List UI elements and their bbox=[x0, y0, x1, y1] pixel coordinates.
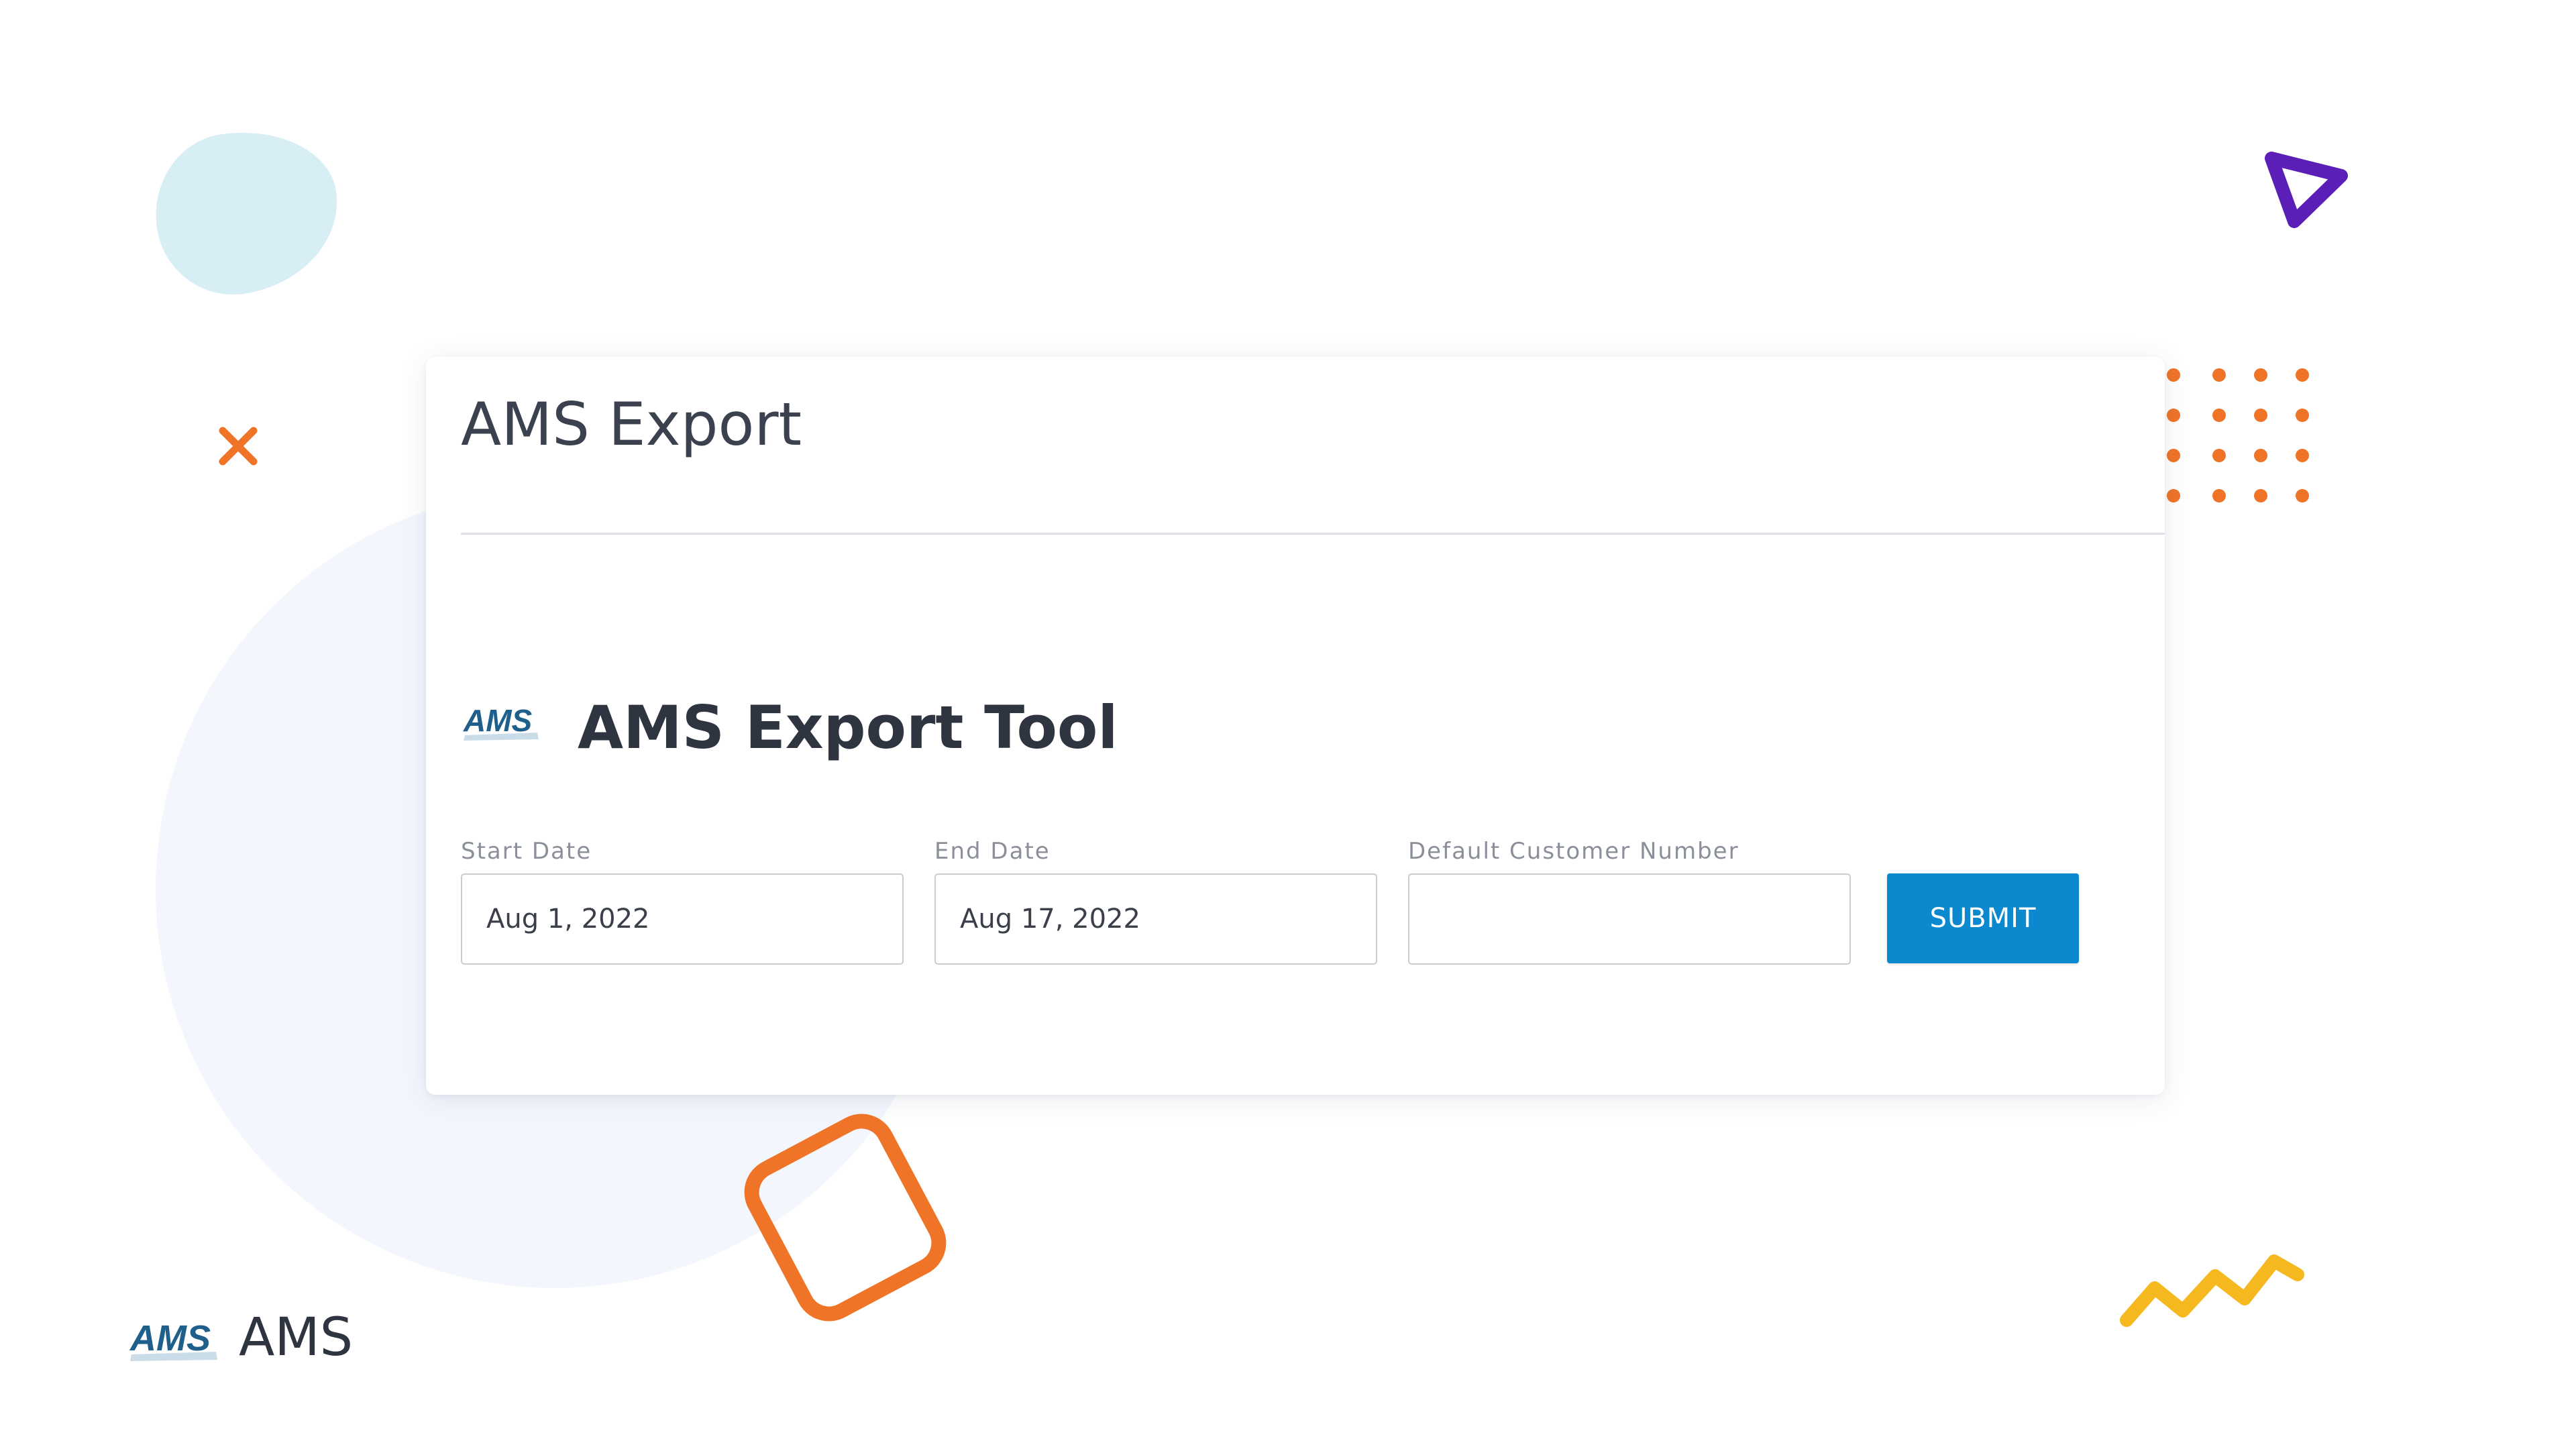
footer-ams-logo-icon: AMS bbox=[129, 1318, 217, 1361]
customer-number-input[interactable] bbox=[1408, 873, 1851, 965]
start-date-input[interactable] bbox=[461, 873, 904, 965]
customer-number-label: Default Customer Number bbox=[1408, 838, 1739, 865]
dot-grid-icon bbox=[2167, 368, 2309, 502]
rounded-square-icon bbox=[744, 1114, 947, 1322]
ams-logo-icon: AMS bbox=[463, 703, 539, 741]
ams-logo-text: AMS bbox=[463, 703, 533, 738]
end-date-label: End Date bbox=[934, 838, 1051, 865]
start-date-field: Start Date bbox=[461, 836, 904, 965]
play-triangle-icon bbox=[2265, 152, 2348, 228]
customer-number-field: Default Customer Number bbox=[1408, 836, 1851, 965]
card-divider bbox=[461, 533, 2165, 535]
submit-button[interactable]: SUBMIT bbox=[1887, 873, 2079, 963]
footer-brand-name: AMS bbox=[239, 1307, 354, 1368]
zigzag-icon bbox=[2120, 1254, 2304, 1327]
card-title: AMS Export bbox=[461, 390, 802, 459]
export-card: AMS Export AMS AMS Export Tool Start Dat… bbox=[426, 357, 2165, 1095]
x-mark-icon bbox=[219, 427, 258, 466]
decor-blob bbox=[145, 119, 349, 305]
footer-logo-text: AMS bbox=[129, 1318, 211, 1358]
start-date-label: Start Date bbox=[461, 838, 592, 865]
tool-heading: AMS Export Tool bbox=[578, 693, 1118, 762]
end-date-field: End Date bbox=[934, 836, 1377, 965]
end-date-input[interactable] bbox=[934, 873, 1377, 965]
